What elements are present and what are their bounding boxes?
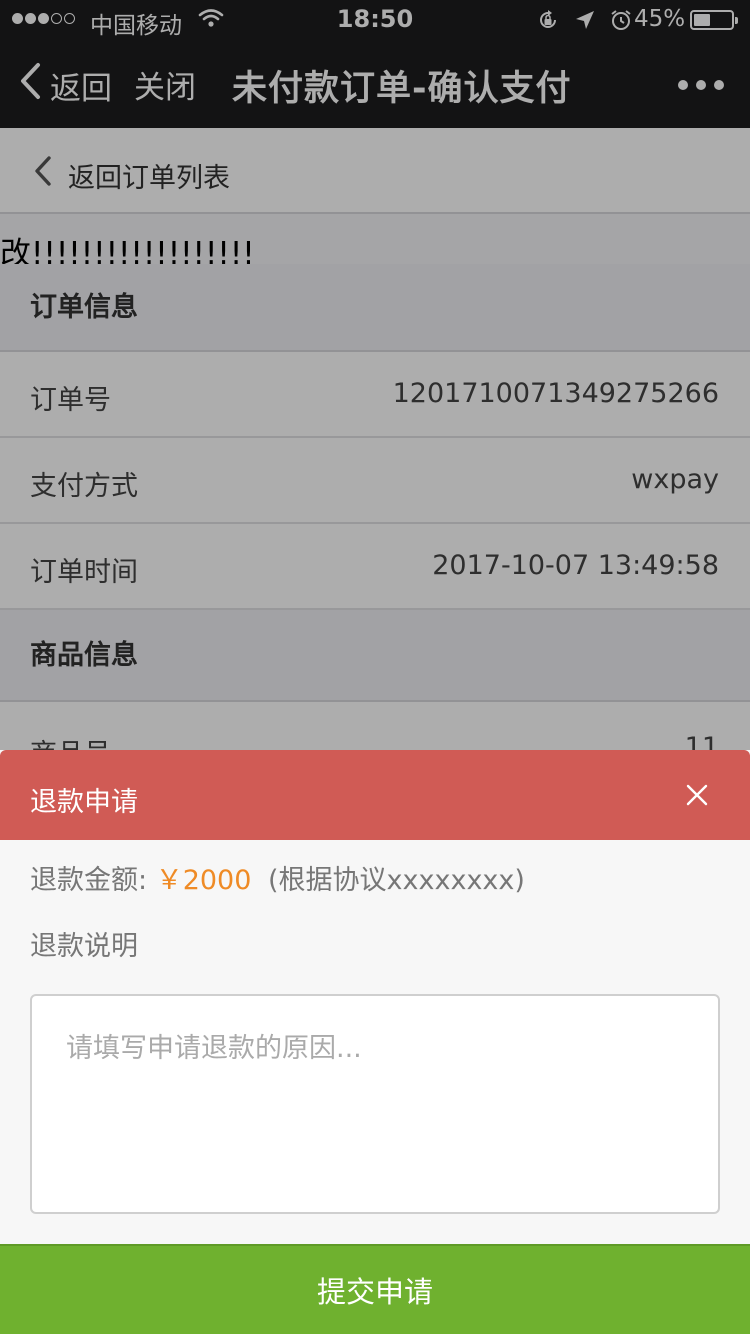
refund-amount-line: 退款金额: ￥2000 (根据协议xxxxxxxx) — [30, 858, 525, 897]
refund-sheet-header: 退款申请 — [0, 750, 750, 840]
submit-refund-button[interactable]: 提交申请 — [0, 1244, 750, 1334]
refund-amount-value: ￥2000 — [155, 865, 252, 896]
refund-amount-note: (根据协议xxxxxxxx) — [268, 865, 525, 896]
refund-sheet: 退款申请 退款金额: ￥2000 (根据协议xxxxxxxx) 退款说明 提交申… — [0, 750, 750, 1334]
close-icon[interactable] — [682, 780, 712, 810]
refund-amount-label: 退款金额: — [30, 865, 148, 896]
refund-sheet-title: 退款申请 — [30, 787, 138, 818]
refund-description-label: 退款说明 — [30, 931, 138, 962]
refund-reason-input[interactable] — [30, 994, 720, 1214]
